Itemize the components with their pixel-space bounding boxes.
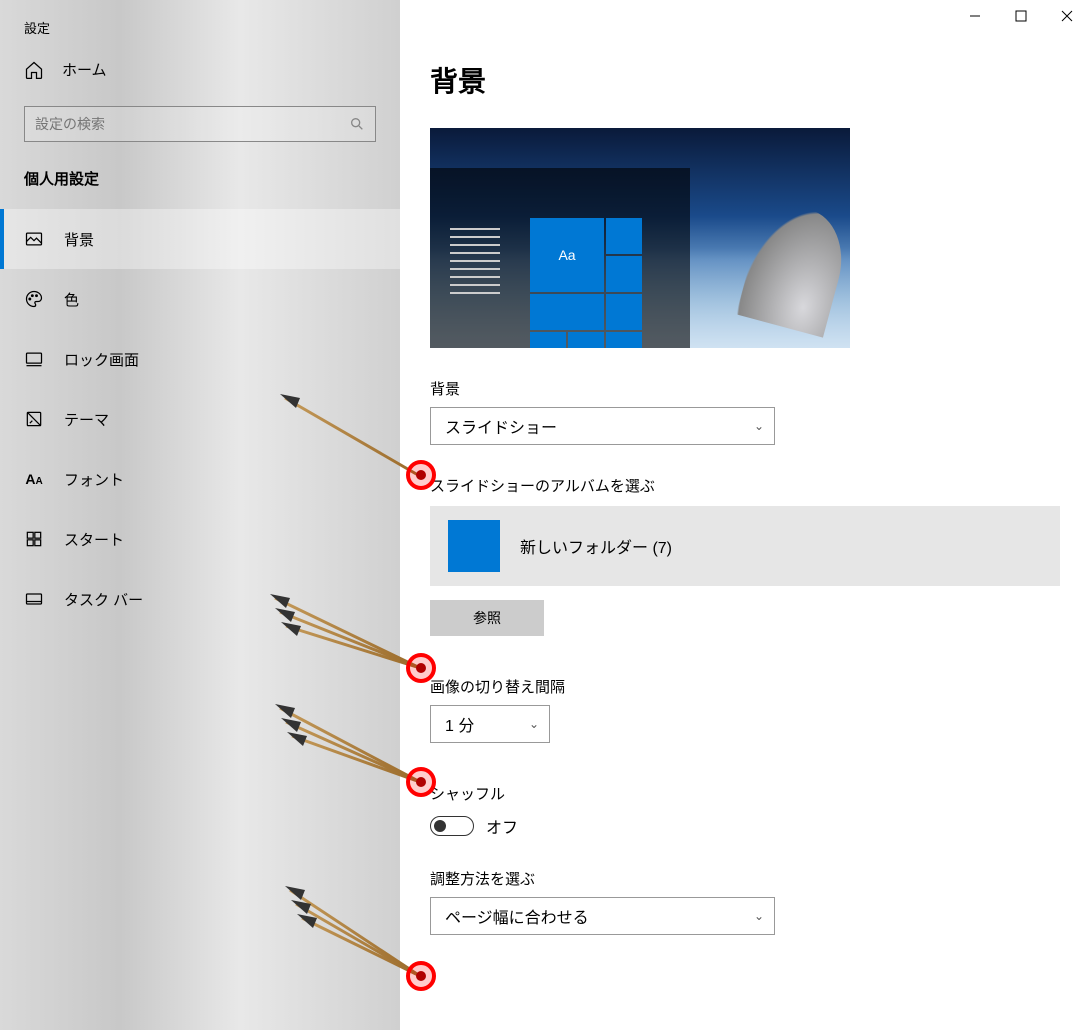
annotation-circle <box>406 460 436 490</box>
album-folder-row[interactable]: 新しいフォルダー (7) <box>430 506 1060 586</box>
main-content: 背景 Aa 背景 スライドショー ⌄ スライドショーのアルバムを選ぶ 新しいフォ… <box>400 0 1090 1030</box>
home-icon <box>24 60 44 80</box>
search-icon <box>349 116 365 132</box>
fit-dropdown[interactable]: ページ幅に合わせる ⌄ <box>430 897 775 935</box>
folder-icon <box>448 520 500 572</box>
home-nav[interactable]: ホーム <box>0 37 400 98</box>
search-input[interactable] <box>35 116 349 132</box>
nav-item-font[interactable]: AA フォント <box>0 449 400 509</box>
nav-label: 背景 <box>64 229 94 250</box>
window-controls <box>952 0 1090 32</box>
annotation-circle <box>406 653 436 683</box>
nav-item-lockscreen[interactable]: ロック画面 <box>0 329 400 389</box>
background-value: スライドショー <box>445 414 557 438</box>
maximize-button[interactable] <box>998 0 1044 32</box>
chevron-down-icon: ⌄ <box>754 909 764 923</box>
category-title: 個人用設定 <box>0 164 400 209</box>
annotation-circle <box>406 767 436 797</box>
home-label: ホーム <box>62 59 107 80</box>
shuffle-state: オフ <box>486 814 518 838</box>
start-icon <box>24 529 44 549</box>
chevron-down-icon: ⌄ <box>754 419 764 433</box>
chevron-down-icon: ⌄ <box>529 717 539 731</box>
search-box[interactable] <box>24 106 376 142</box>
preview-thumbnail: Aa <box>430 128 850 348</box>
theme-icon <box>24 409 44 429</box>
annotation-circle <box>406 961 436 991</box>
nav-label: スタート <box>64 529 124 550</box>
preview-aa-text: Aa <box>530 218 604 292</box>
close-button[interactable] <box>1044 0 1090 32</box>
nav-label: ロック画面 <box>64 349 139 370</box>
palette-icon <box>24 289 44 309</box>
nav-item-taskbar[interactable]: タスク バー <box>0 569 400 629</box>
taskbar-icon <box>24 589 44 609</box>
shuffle-toggle[interactable] <box>430 816 474 836</box>
background-dropdown[interactable]: スライドショー ⌄ <box>430 407 775 445</box>
nav-label: フォント <box>64 469 124 490</box>
page-title: 背景 <box>430 60 1060 100</box>
nav-label: タスク バー <box>64 589 143 610</box>
album-folder-name: 新しいフォルダー (7) <box>520 534 672 558</box>
picture-icon <box>24 229 44 249</box>
interval-value: 1 分 <box>445 712 474 736</box>
nav-label: 色 <box>64 289 79 310</box>
fit-label: 調整方法を選ぶ <box>430 868 1060 889</box>
sidebar: 設定 ホーム 個人用設定 背景 色 ロック画面 テーマ <box>0 0 400 1030</box>
lock-screen-icon <box>24 349 44 369</box>
nav-item-background[interactable]: 背景 <box>0 209 400 269</box>
minimize-button[interactable] <box>952 0 998 32</box>
nav-item-color[interactable]: 色 <box>0 269 400 329</box>
nav-item-start[interactable]: スタート <box>0 509 400 569</box>
nav-item-theme[interactable]: テーマ <box>0 389 400 449</box>
interval-label: 画像の切り替え間隔 <box>430 676 1060 697</box>
shuffle-label: シャッフル <box>430 783 1060 804</box>
fit-value: ページ幅に合わせる <box>445 904 589 928</box>
album-label: スライドショーのアルバムを選ぶ <box>430 475 1060 496</box>
background-label: 背景 <box>430 378 1060 399</box>
font-icon: AA <box>24 469 44 489</box>
nav-label: テーマ <box>64 409 109 430</box>
browse-button[interactable]: 参照 <box>430 600 544 636</box>
window-title: 設定 <box>0 0 400 37</box>
interval-dropdown[interactable]: 1 分 ⌄ <box>430 705 550 743</box>
